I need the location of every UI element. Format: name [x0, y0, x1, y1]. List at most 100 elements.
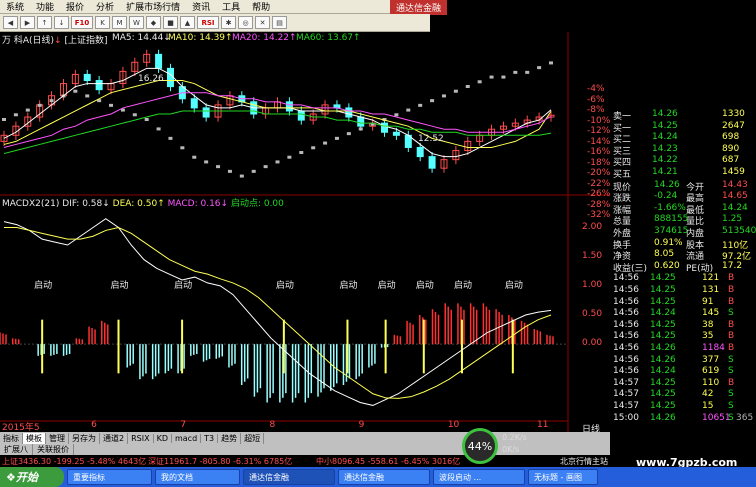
indicator-tab-7[interactable]: macd — [172, 433, 202, 443]
indicator-tab-3[interactable]: 另存为 — [69, 432, 100, 444]
toolbar-button-10[interactable]: ▲ — [180, 16, 195, 29]
ma10-label: MA10: 14.39↑ — [168, 33, 233, 43]
toolbar-button-7[interactable]: W — [129, 16, 144, 29]
ref-index-mark-3 — [37, 103, 42, 107]
tick-side: S — [728, 366, 734, 377]
start-button[interactable]: ❖ 开始 — [0, 467, 64, 487]
menu-item-2[interactable]: 报价 — [60, 0, 90, 13]
menu-item-7[interactable]: 帮助 — [246, 0, 276, 13]
tick-volume: 131 — [702, 285, 720, 295]
ref-index-mark-12 — [144, 118, 149, 121]
buy-row-4: 买五 14.21 1459 — [610, 167, 756, 180]
tick-time: 14:56 — [613, 285, 639, 295]
candle-13 — [155, 53, 163, 69]
index-ticker-2[interactable]: 中小8096.45 -558.61 -6.45% 3016亿 — [316, 456, 460, 467]
ref-index-mark-17 — [204, 160, 209, 164]
toolbar-button-9[interactable]: ■ — [163, 16, 178, 29]
ma5-label: MA5: 14.44↓ — [112, 33, 171, 43]
ref-index-mark-23 — [275, 160, 280, 164]
indicator-tab-2[interactable]: 管理 — [46, 432, 69, 444]
tick-volume: 42 — [702, 389, 714, 400]
sell-volume: 1330 — [722, 109, 745, 119]
toolbar-button-13[interactable]: ◎ — [238, 16, 253, 29]
taskbar-task-0[interactable]: 重要指标 — [67, 469, 152, 485]
tick-time: 14:57 — [613, 389, 639, 400]
index-ticker-0[interactable]: 上证3436.30 -199.25 -5.48% 4643亿 — [2, 456, 146, 467]
ref-index-mark-36 — [430, 99, 435, 103]
toolbar-button-3[interactable]: ↓ — [54, 16, 69, 29]
indicator-tab-0[interactable]: 指标 — [0, 432, 23, 444]
toolbar-button-0[interactable]: ◀ — [3, 16, 18, 29]
tick-time: 14:56 — [613, 354, 639, 365]
start-marker-8: 启动 — [504, 280, 523, 291]
toolbar: ◀ ▶ ↑ ↓ F10 K M W ◆ ■ ▲ RSI ✱ ◎ ✕ ▤ — [0, 14, 430, 32]
stat-label: 收益(三) — [613, 263, 648, 274]
stat-value-2: 14.65 — [722, 191, 748, 202]
toolbar-button-12[interactable]: ✱ — [221, 16, 236, 29]
indicator-tab-4[interactable]: 通道2 — [100, 432, 129, 444]
stat-value-2: 1.25 — [722, 214, 743, 225]
indicator-tab-1[interactable]: 模板 — [23, 432, 46, 444]
toolbar-button-5[interactable]: K — [95, 16, 110, 29]
taskbar-task-2[interactable]: 通达信金融 — [243, 469, 335, 485]
taskbar-task-1[interactable]: 我的文档 — [155, 469, 240, 485]
sub-tab-1[interactable]: 关联报价 — [33, 444, 74, 455]
upload-speed: 0.2K/s — [502, 433, 527, 442]
menu-item-1[interactable]: 功能 — [30, 0, 60, 13]
ref-index-mark-11 — [132, 113, 137, 117]
chart-stock-name: 万 科A(日线)↓ [上证指数] — [2, 36, 108, 46]
indicator-tab-9[interactable]: 趋势 — [218, 432, 242, 444]
taskbar-task-3[interactable]: 通达信金融 — [338, 469, 430, 485]
toolbar-button-1[interactable]: ▶ — [20, 16, 35, 29]
indicator-tab-10[interactable]: 超短 — [241, 432, 265, 444]
index-ticker-3[interactable]: 北京行情主站 — [560, 456, 608, 467]
sell-price: 14.26 — [652, 109, 678, 119]
high-price-label: 16.26 — [138, 74, 164, 84]
buy-price: 14.23 — [652, 143, 678, 154]
menu-bar: 系统 功能 报价 分析 扩展市场行情 资讯 工具 帮助 — [0, 0, 430, 14]
ref-index-mark-39 — [465, 85, 470, 88]
ref-index-mark-27 — [323, 141, 328, 145]
menu-item-4[interactable]: 扩展市场行情 — [120, 0, 186, 13]
ref-index-mark-45 — [537, 66, 542, 70]
kline-chart-area[interactable]: 万 科A(日线)↓ [上证指数] MA5: 14.44↓ MA10: 14.39… — [0, 32, 610, 435]
stat-value: 8.05 — [654, 249, 675, 260]
toolbar-button-8[interactable]: ◆ — [146, 16, 161, 29]
stat-value: 14.26 — [654, 179, 680, 190]
start-marker-1: 启动 — [110, 280, 129, 291]
buy-price: 14.21 — [652, 167, 678, 177]
menu-item-6[interactable]: 工具 — [216, 0, 246, 13]
toolbar-button-11[interactable]: RSI — [197, 16, 219, 29]
ref-index-mark-34 — [406, 108, 411, 112]
tick-price: 14.26 — [650, 412, 676, 423]
index-ticker-1[interactable]: 深证11961.7 -805.80 -6.31% 6785亿 — [148, 456, 292, 467]
indicator-tab-5[interactable]: RSIX — [128, 433, 154, 443]
stat-label-2: PE(动) — [686, 263, 714, 274]
toolbar-button-2[interactable]: ↑ — [37, 16, 52, 29]
start-marker-5: 启动 — [377, 280, 396, 291]
toolbar-button-15[interactable]: ▤ — [272, 16, 287, 29]
taskbar-task-4[interactable]: 波段启动 ... — [433, 469, 525, 485]
stat-value: -1.66% — [654, 202, 686, 213]
chart-canvas[interactable] — [0, 32, 610, 432]
toolbar-button-4[interactable]: F10 — [71, 16, 93, 29]
indicator-tab-6[interactable]: KD — [154, 433, 172, 443]
taskbar-task-5[interactable]: 无标题 - 画图 — [528, 469, 598, 485]
sub-tab-0[interactable]: 扩展八 — [0, 444, 33, 455]
toolbar-button-6[interactable]: M — [112, 16, 127, 29]
ref-index-mark-6 — [73, 89, 78, 93]
menu-item-5[interactable]: 资讯 — [186, 0, 216, 13]
menu-item-3[interactable]: 分析 — [90, 0, 120, 13]
menu-item-0[interactable]: 系统 — [0, 0, 30, 13]
stat-value: -0.24 — [654, 191, 678, 202]
tick-time: 14:56 — [613, 366, 639, 377]
tick-side: S — [728, 389, 734, 400]
tick-price: 14.25 — [650, 273, 676, 284]
candle-8 — [95, 80, 103, 91]
ma20-label: MA20: 14.22↑ — [232, 33, 297, 43]
macd-scale-2: 1.00 — [582, 279, 603, 290]
stat-row-7: 收益(三) 0.620 PE(动) 17.2 — [610, 261, 756, 274]
indicator-tab-8[interactable]: T3 — [201, 433, 219, 443]
toolbar-button-14[interactable]: ✕ — [255, 16, 270, 29]
ref-index-mark-38 — [453, 89, 458, 93]
